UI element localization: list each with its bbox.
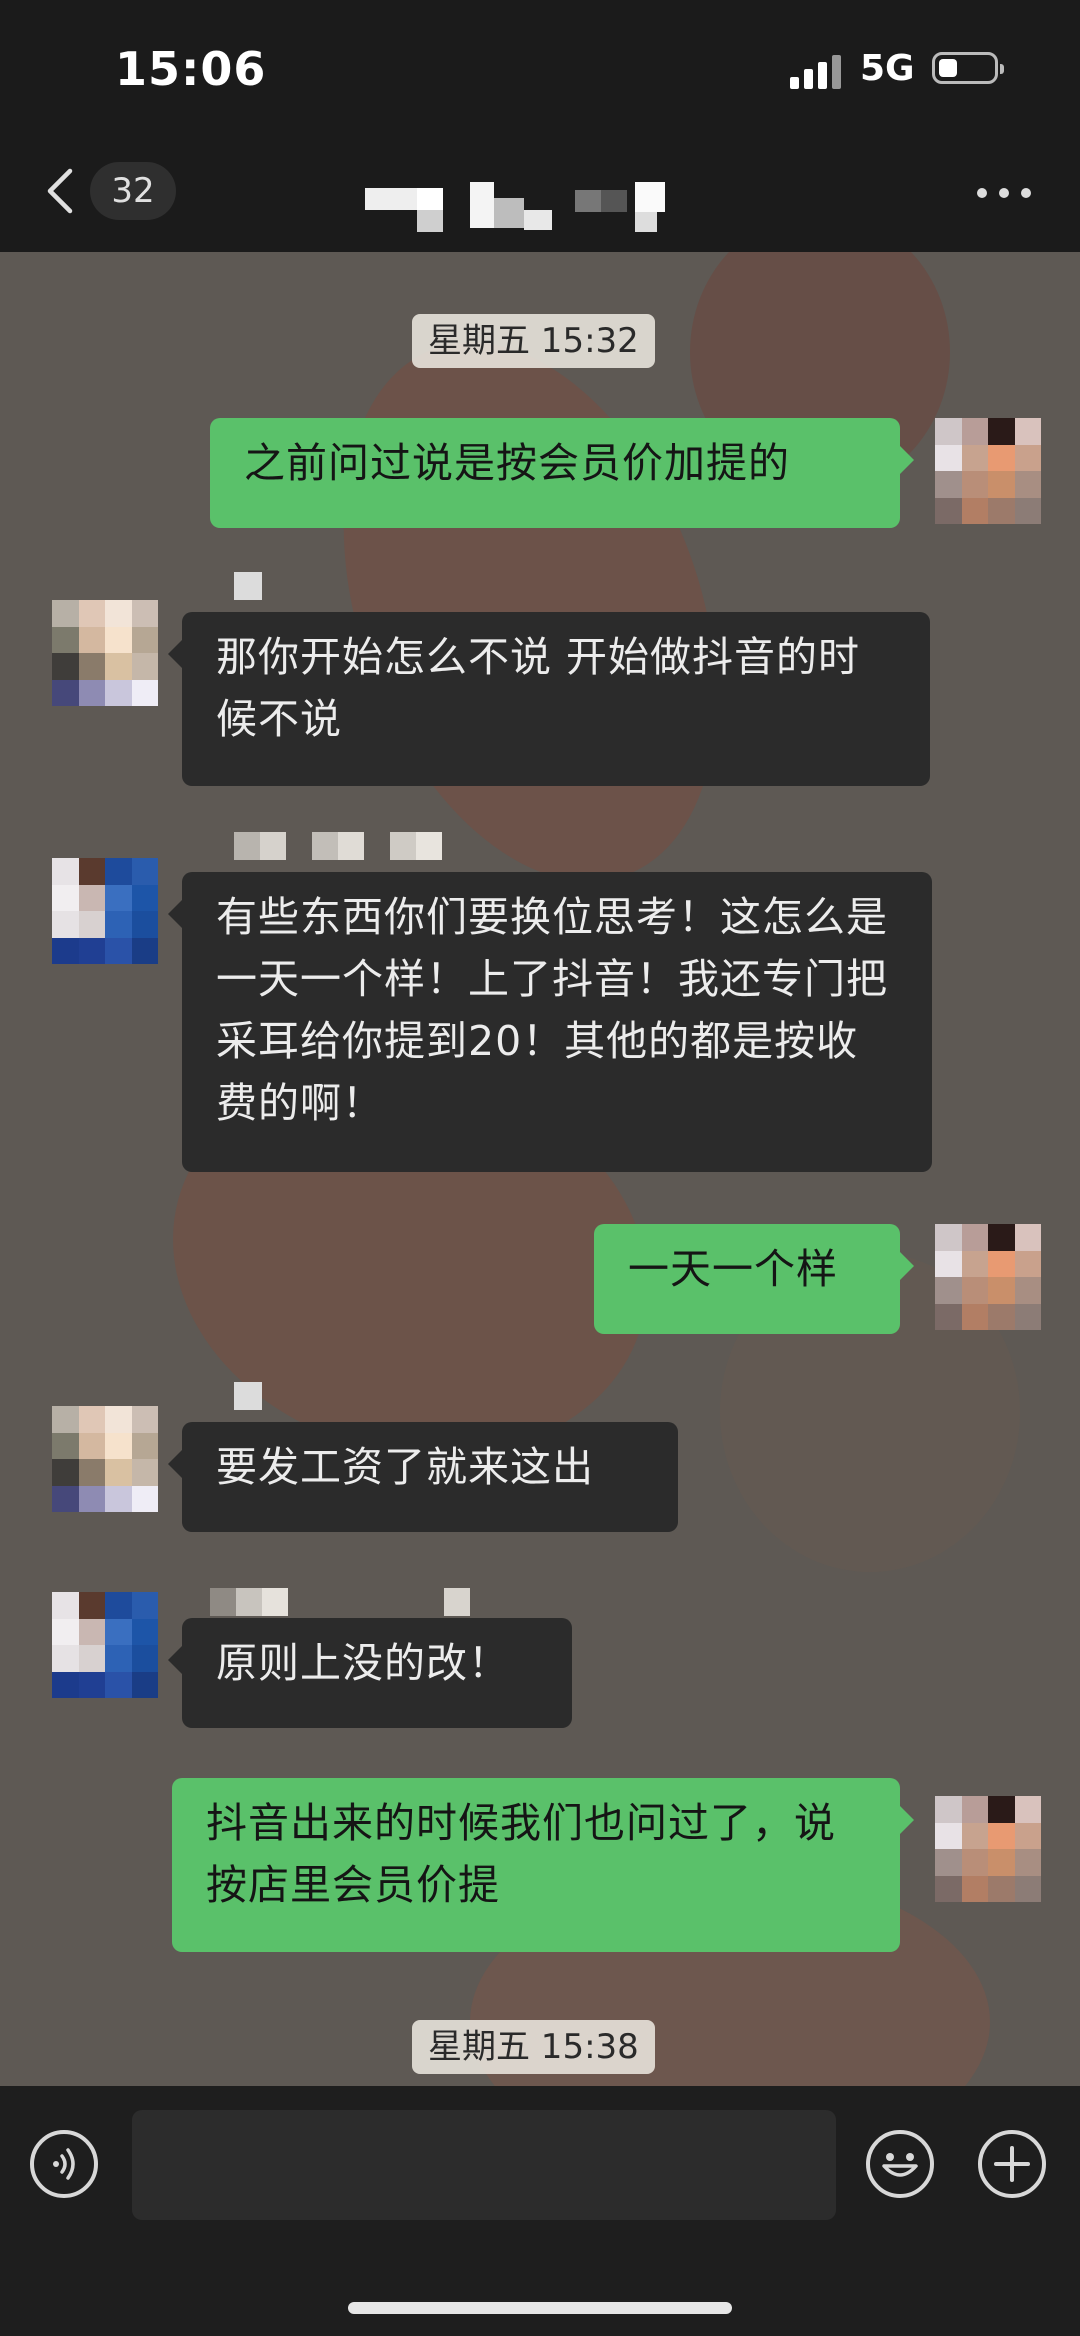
status-time: 15:06 xyxy=(115,42,267,96)
contact-avatar[interactable] xyxy=(52,858,158,964)
message-timestamp: 星期五 15:38 xyxy=(412,2020,655,2074)
chat-title-redacted[interactable] xyxy=(365,182,705,238)
message-text: 要发工资了就来这出 xyxy=(216,1443,594,1491)
message-bubble-incoming[interactable]: 有些东西你们要换位思考！这怎么是一天一个样！上了抖音！我还专门把采耳给你提到20… xyxy=(168,872,932,1172)
input-bar xyxy=(0,2086,1080,2336)
message-text: 之前问过说是按会员价加提的 xyxy=(244,439,790,487)
home-indicator[interactable] xyxy=(348,2302,732,2314)
message-bubble-outgoing[interactable]: 之前问过说是按会员价加提的 xyxy=(210,418,914,528)
message-bubble-outgoing[interactable]: 抖音出来的时候我们也问过了，说按店里会员价提 xyxy=(172,1778,914,1952)
unread-count-badge[interactable]: 32 xyxy=(90,162,176,220)
voice-icon[interactable] xyxy=(30,2130,98,2198)
signal-icon xyxy=(790,55,842,89)
network-type: 5G xyxy=(860,48,915,89)
emoji-icon[interactable] xyxy=(866,2130,934,2198)
my-avatar[interactable] xyxy=(935,418,1041,524)
sender-name-redacted xyxy=(234,1382,264,1410)
message-text: 抖音出来的时候我们也问过了，说按店里会员价提 xyxy=(206,1799,836,1909)
more-dots-icon[interactable] xyxy=(975,182,1035,202)
message-text: 那你开始怎么不说 开始做抖音的时候不说 xyxy=(216,633,861,743)
message-timestamp: 星期五 15:32 xyxy=(412,314,655,368)
my-avatar[interactable] xyxy=(935,1796,1041,1902)
sender-name-redacted xyxy=(234,832,444,860)
message-text: 一天一个样 xyxy=(628,1245,838,1293)
battery-icon xyxy=(932,52,1004,84)
contact-avatar[interactable] xyxy=(52,1592,158,1698)
chat-message-list[interactable]: 星期五 15:32 之前问过说是按会员价加提的 那你开始怎么不说 开始做抖音的时… xyxy=(0,252,1080,2086)
chevron-left-icon[interactable] xyxy=(40,166,80,216)
message-bubble-outgoing[interactable]: 一天一个样 xyxy=(594,1224,914,1334)
status-bar: 15:06 5G xyxy=(0,0,1080,130)
message-bubble-incoming[interactable]: 原则上没的改！ xyxy=(168,1618,572,1728)
chat-header: 32 xyxy=(0,130,1080,252)
message-bubble-incoming[interactable]: 要发工资了就来这出 xyxy=(168,1422,678,1532)
plus-icon[interactable] xyxy=(978,2130,1046,2198)
sender-name-redacted xyxy=(210,1588,470,1616)
message-bubble-incoming[interactable]: 那你开始怎么不说 开始做抖音的时候不说 xyxy=(168,612,930,786)
sender-name-redacted xyxy=(234,572,264,600)
contact-avatar[interactable] xyxy=(52,600,158,706)
my-avatar[interactable] xyxy=(935,1224,1041,1330)
contact-avatar[interactable] xyxy=(52,1406,158,1512)
message-text: 有些东西你们要换位思考！这怎么是一天一个样！上了抖音！我还专门把采耳给你提到20… xyxy=(216,893,888,1127)
message-input[interactable] xyxy=(132,2110,836,2220)
message-text: 原则上没的改！ xyxy=(216,1639,510,1687)
